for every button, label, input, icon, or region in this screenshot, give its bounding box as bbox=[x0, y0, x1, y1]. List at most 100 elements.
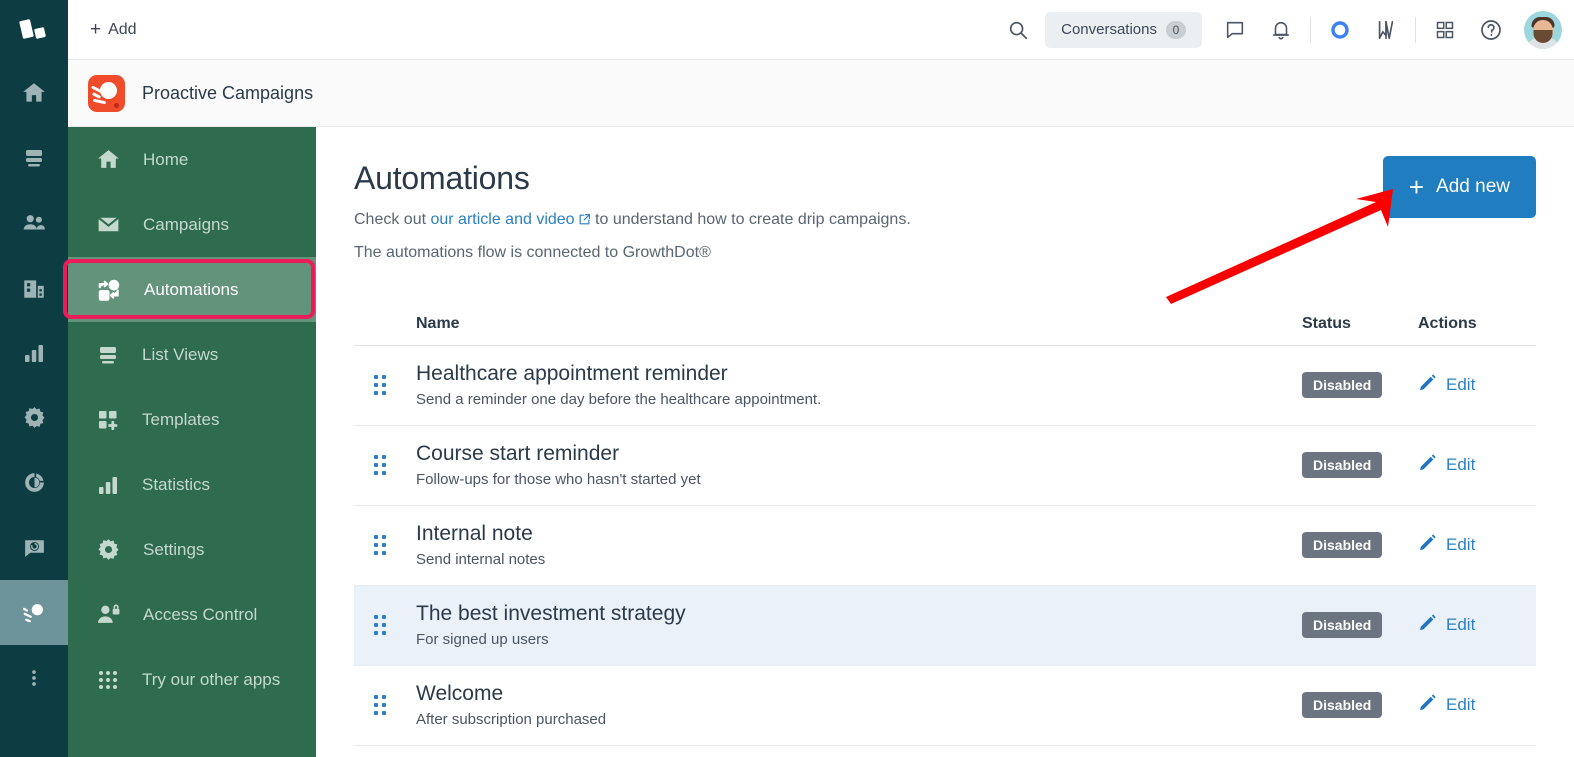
external-link-icon bbox=[578, 213, 591, 231]
rail-item-more[interactable] bbox=[0, 645, 68, 710]
table-row[interactable]: The best investment strategy For signed u… bbox=[354, 585, 1536, 666]
drag-dot bbox=[374, 631, 378, 636]
help-icon[interactable] bbox=[1468, 7, 1514, 53]
main-inner: Automations Check out our article and vi… bbox=[316, 127, 1574, 746]
status-badge: Disabled bbox=[1302, 452, 1383, 479]
table-row[interactable]: Course start reminder Follow-ups for thos… bbox=[354, 426, 1536, 506]
pencil-icon bbox=[1418, 693, 1437, 717]
rail-item-settings[interactable] bbox=[0, 385, 68, 450]
automation-name-cell: The best investment strategy For signed u… bbox=[416, 601, 1302, 650]
circle-ring-icon[interactable] bbox=[1317, 7, 1363, 53]
automation-name-cell: Healthcare appointment reminder Send a re… bbox=[416, 361, 1302, 410]
edit-button[interactable]: Edit bbox=[1418, 533, 1536, 557]
page-subtitle-2: The automations flow is connected to Gro… bbox=[354, 243, 711, 261]
drag-handle-icon[interactable] bbox=[374, 455, 416, 476]
drag-dot bbox=[374, 711, 378, 716]
drag-dot bbox=[374, 463, 378, 468]
apps-grid-icon[interactable] bbox=[1422, 7, 1468, 53]
conversations-pill[interactable]: Conversations 0 bbox=[1045, 11, 1202, 48]
add-button-label: Add bbox=[108, 20, 137, 38]
drag-handle-icon[interactable] bbox=[374, 535, 416, 556]
toolbar-divider-2 bbox=[1415, 16, 1416, 43]
sidebar-item-home[interactable]: Home bbox=[68, 127, 316, 192]
drag-dot bbox=[382, 711, 386, 716]
avatar[interactable] bbox=[1524, 10, 1562, 49]
application-window: + Add Conversations 0 Home Campaigns Aut… bbox=[0, 0, 1574, 757]
sidebar-item-label: Automations bbox=[144, 279, 239, 299]
pencil-icon bbox=[1418, 373, 1437, 397]
proactive-campaigns-logo-icon bbox=[88, 74, 125, 112]
table-row[interactable]: Internal note Send internal notes Disabled… bbox=[354, 506, 1536, 586]
status-badge: Disabled bbox=[1302, 612, 1383, 639]
drag-dot bbox=[382, 631, 386, 636]
actions-cell: Edit bbox=[1418, 373, 1536, 397]
automation-name[interactable]: The best investment strategy bbox=[416, 601, 1302, 627]
sidebar-item-settings[interactable]: Settings bbox=[68, 517, 316, 582]
rail-item-insights[interactable] bbox=[0, 450, 68, 515]
sidebar-item-label: Campaigns bbox=[143, 214, 229, 234]
page-subtitle: Check out our article and video to under… bbox=[354, 211, 1536, 231]
global-icon-rail bbox=[0, 0, 68, 757]
sidebar-item-statistics[interactable]: Statistics bbox=[68, 452, 316, 517]
pencil-icon bbox=[1418, 533, 1437, 557]
automation-name[interactable]: Welcome bbox=[416, 681, 1302, 707]
sidebar-item-try-our-other-apps[interactable]: Try our other apps bbox=[68, 647, 316, 712]
drag-dot bbox=[374, 455, 378, 460]
status-badge: Disabled bbox=[1302, 372, 1383, 399]
chat-icon[interactable] bbox=[1212, 7, 1258, 53]
add-new-button[interactable]: + Add new bbox=[1382, 156, 1536, 218]
sidebar-item-access-control[interactable]: Access Control bbox=[68, 582, 316, 647]
drag-dot bbox=[382, 455, 386, 460]
edit-button[interactable]: Edit bbox=[1418, 373, 1536, 397]
sidebar-item-templates[interactable]: Templates bbox=[68, 387, 316, 452]
edit-button[interactable]: Edit bbox=[1418, 613, 1536, 637]
drag-dot bbox=[374, 695, 378, 700]
sidebar-item-automations[interactable]: Automations bbox=[68, 257, 316, 322]
row-handle-cell bbox=[354, 695, 416, 716]
search-icon[interactable] bbox=[995, 7, 1041, 53]
rail-item-proactive-campaigns[interactable] bbox=[0, 580, 68, 645]
bookmark-icon[interactable] bbox=[1363, 7, 1409, 53]
rail-item-companies[interactable] bbox=[0, 255, 68, 320]
table-body: Healthcare appointment reminder Send a re… bbox=[354, 346, 1536, 746]
drag-handle-icon[interactable] bbox=[374, 695, 416, 716]
sidebar-item-label: Access Control bbox=[143, 604, 258, 624]
rail-item-contacts[interactable] bbox=[0, 190, 68, 255]
bell-icon[interactable] bbox=[1258, 7, 1304, 53]
plus-icon: + bbox=[90, 19, 102, 40]
edit-button[interactable]: Edit bbox=[1418, 453, 1536, 477]
drag-handle-icon[interactable] bbox=[374, 375, 416, 396]
actions-cell: Edit bbox=[1418, 693, 1536, 717]
sidebar-item-label: List Views bbox=[142, 344, 219, 364]
article-and-video-link[interactable]: our article and video bbox=[430, 211, 574, 228]
automation-name[interactable]: Healthcare appointment reminder bbox=[416, 361, 1302, 387]
rail-item-home[interactable] bbox=[0, 60, 68, 125]
subtitle-prefix: Check out bbox=[354, 211, 431, 229]
row-handle-cell bbox=[354, 535, 416, 556]
drag-dot bbox=[382, 463, 386, 468]
rail-item-reports[interactable] bbox=[0, 320, 68, 385]
automation-name[interactable]: Course start reminder bbox=[416, 441, 1302, 467]
sidebar-item-list-views[interactable]: List Views bbox=[68, 322, 316, 387]
rail-item-knowledge-base[interactable] bbox=[0, 125, 68, 190]
drag-dot bbox=[374, 551, 378, 556]
drag-handle-icon[interactable] bbox=[374, 615, 416, 636]
sidebar-item-campaigns[interactable]: Campaigns bbox=[68, 192, 316, 257]
edit-button[interactable]: Edit bbox=[1418, 693, 1536, 717]
add-button[interactable]: + Add bbox=[82, 14, 145, 45]
brand-logo-icon[interactable] bbox=[0, 0, 68, 60]
automation-name[interactable]: Internal note bbox=[416, 521, 1302, 547]
automation-name-cell: Internal note Send internal notes bbox=[416, 521, 1302, 570]
rail-item-chat[interactable] bbox=[0, 515, 68, 580]
automations-table: Name Status Actions Healthcare appointme… bbox=[354, 304, 1536, 746]
status-cell: Disabled bbox=[1302, 692, 1418, 719]
pencil-icon bbox=[1418, 613, 1437, 637]
status-cell: Disabled bbox=[1302, 612, 1418, 639]
table-row[interactable]: Healthcare appointment reminder Send a re… bbox=[354, 346, 1536, 426]
subtitle-suffix: to understand how to create drip campaig… bbox=[590, 211, 911, 229]
app-header: Proactive Campaigns bbox=[68, 60, 1574, 127]
plus-icon: + bbox=[1408, 172, 1425, 202]
sidebar-item-label: Statistics bbox=[142, 474, 211, 494]
drag-dot bbox=[382, 623, 386, 628]
table-row[interactable]: Welcome After subscription purchased Disab… bbox=[354, 666, 1536, 746]
